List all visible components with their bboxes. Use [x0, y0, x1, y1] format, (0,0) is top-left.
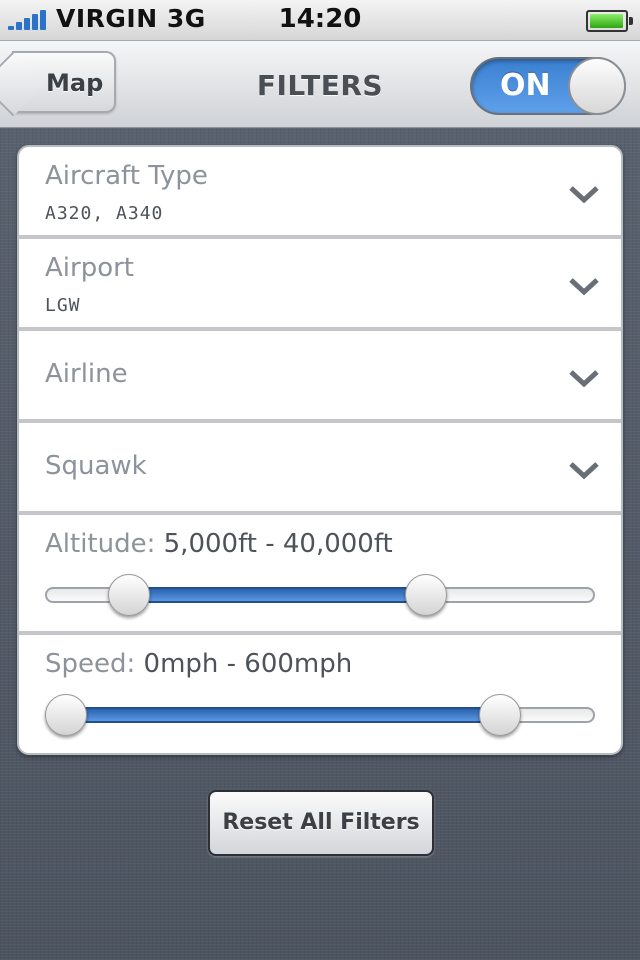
reset-all-filters-button[interactable]: Reset All Filters [208, 790, 434, 856]
speed-range-value: 0mph - 600mph [143, 649, 353, 679]
filter-title: Aircraft Type [45, 161, 208, 191]
filter-row-squawk[interactable]: Squawk [19, 423, 621, 515]
speed-slider-track[interactable] [45, 694, 595, 736]
battery-icon [586, 10, 633, 32]
filter-row-airline[interactable]: Airline [19, 331, 621, 423]
chevron-down-icon [569, 186, 599, 204]
toggle-knob[interactable] [568, 57, 626, 115]
speed-label-text: Speed: [45, 649, 136, 679]
altitude-max-handle[interactable] [405, 574, 448, 616]
chevron-down-icon [569, 278, 599, 296]
filter-row-aircraft-type[interactable]: Aircraft Type A320, A340 [19, 147, 621, 239]
chevron-down-icon [569, 462, 599, 480]
speed-min-handle[interactable] [45, 694, 88, 736]
altitude-slider-row: Altitude: 5,000ft - 40,000ft [19, 515, 621, 635]
speed-slider-row: Speed: 0mph - 600mph [19, 635, 621, 753]
filter-row-airport[interactable]: Airport LGW [19, 239, 621, 331]
speed-slider-fill [66, 707, 501, 723]
altitude-label: Altitude: 5,000ft - 40,000ft [45, 529, 393, 559]
altitude-range-value: 5,000ft - 40,000ft [163, 529, 393, 559]
status-time: 14:20 [278, 4, 362, 34]
chevron-down-icon [569, 370, 599, 388]
altitude-label-text: Altitude: [45, 529, 156, 559]
filter-title: Airline [45, 359, 128, 389]
filter-title: Airport [45, 253, 134, 283]
filter-value: A320, A340 [45, 203, 164, 224]
filters-toggle[interactable]: ON [470, 57, 626, 115]
toggle-label: ON [500, 68, 551, 103]
altitude-slider-track[interactable] [45, 574, 595, 616]
altitude-slider-fill [128, 587, 427, 603]
navigation-bar: Map FILTERS ON [0, 41, 640, 128]
filter-value: LGW [45, 295, 81, 316]
speed-max-handle[interactable] [479, 694, 522, 736]
status-bar: VIRGIN 3G 14:20 [0, 0, 640, 41]
altitude-min-handle[interactable] [107, 574, 150, 616]
filter-title: Squawk [45, 451, 147, 481]
speed-label: Speed: 0mph - 600mph [45, 649, 352, 679]
filters-panel: Aircraft Type A320, A340 Airport LGW Air… [17, 145, 623, 755]
